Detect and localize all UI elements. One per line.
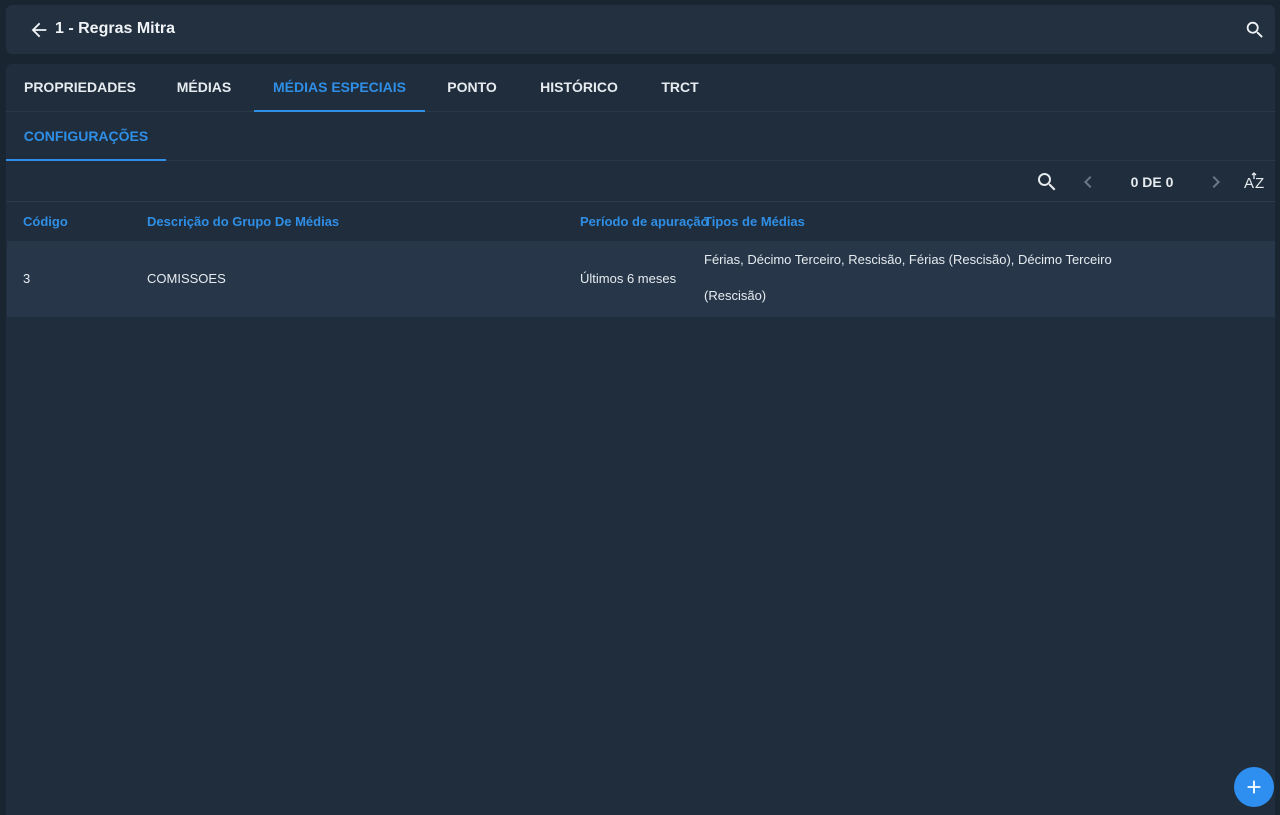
svg-text:A: A (1244, 175, 1254, 192)
chevron-right-icon[interactable] (1204, 170, 1228, 194)
tab-propriedades[interactable]: PROPRIEDADES (6, 64, 154, 112)
tab-medias[interactable]: MÉDIAS (154, 64, 254, 112)
table-header: Código Descrição do Grupo De Médias Perí… (6, 203, 1275, 241)
subtab-bar: CONFIGURAÇÕES (6, 113, 1275, 161)
table-row[interactable]: 3 COMISSOES Últimos 6 meses Férias, Déci… (7, 241, 1275, 317)
table-toolbar: 0 DE 0 A Z (6, 162, 1275, 202)
sort-az-icon[interactable]: A Z (1243, 170, 1267, 194)
subtab-configuracoes[interactable]: CONFIGURAÇÕES (6, 113, 166, 161)
tab-medias-especiais[interactable]: MÉDIAS ESPECIAIS (254, 64, 425, 112)
svg-text:Z: Z (1255, 175, 1264, 192)
page-title: 1 - Regras Mitra (55, 20, 176, 37)
add-button[interactable] (1234, 767, 1274, 807)
column-header-descricao[interactable]: Descrição do Grupo De Médias (147, 214, 339, 229)
tab-ponto[interactable]: PONTO (425, 64, 519, 112)
column-header-tipos[interactable]: Tipos de Médias (704, 214, 805, 229)
cell-periodo: Últimos 6 meses (580, 271, 677, 286)
cell-codigo: 3 (23, 271, 31, 286)
search-icon[interactable] (1035, 170, 1059, 194)
cell-descricao: COMISSOES (147, 271, 226, 286)
top-bar: 1 - Regras Mitra (6, 5, 1275, 54)
arrow-left-icon[interactable] (28, 19, 50, 41)
column-header-periodo[interactable]: Período de apuração (580, 214, 709, 229)
pager-text: 0 DE 0 (1130, 174, 1174, 190)
cell-tipos: Férias, Décimo Terceiro, Rescisão, Féria… (704, 252, 1112, 303)
content-card: PROPRIEDADES MÉDIAS MÉDIAS ESPECIAIS PON… (6, 64, 1275, 815)
plus-icon (1247, 780, 1261, 794)
chevron-left-icon[interactable] (1076, 170, 1100, 194)
tab-trct[interactable]: TRCT (639, 64, 721, 112)
column-header-codigo[interactable]: Código (23, 214, 68, 229)
tab-historico[interactable]: HISTÓRICO (519, 64, 639, 112)
search-icon[interactable] (1244, 19, 1266, 41)
tab-bar: PROPRIEDADES MÉDIAS MÉDIAS ESPECIAIS PON… (6, 64, 1275, 112)
